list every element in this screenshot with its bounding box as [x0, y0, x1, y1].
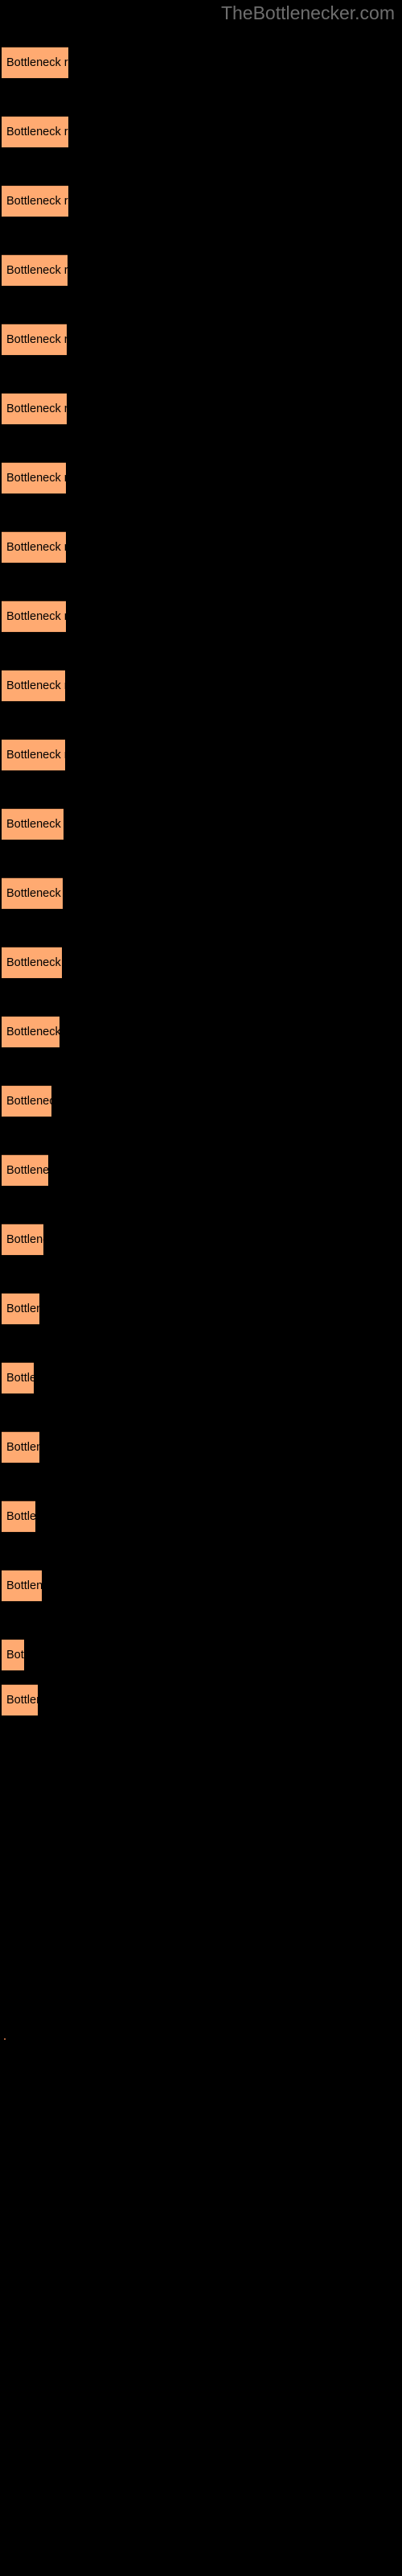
bar-label: Bottleneck result — [6, 402, 67, 415]
bar-label: Bottleneck result — [6, 610, 66, 623]
bar-chart-plot-area: Bottleneck result Bottleneck result Bottle… — [0, 0, 402, 2576]
bar-label-clip: Bottleneck result — [2, 601, 66, 633]
bar-label: Bottleneck result — [6, 1026, 59, 1038]
bar-label: Bottleneck result — [6, 749, 65, 762]
bar-label-clip: Bottleneck result — [2, 116, 68, 148]
bar-label-clip: Bottleneck result — [2, 324, 67, 356]
bar-label: Bottleneck result — [6, 818, 64, 831]
bar-label: Bottleneck result — [6, 1302, 39, 1315]
bar-label-clip: Bottleneck result — [2, 1570, 42, 1602]
bar-label-clip: Bottleneck result — [2, 1362, 34, 1394]
bar-label-clip: Bottleneck result — [2, 1639, 24, 1671]
bar-label: Bottleneck result — [6, 195, 68, 208]
bar-label: Bottleneck result — [6, 1233, 43, 1246]
bar-label-clip: Bottleneck result — [2, 947, 62, 979]
bar-label-clip: Bottleneck result — [2, 462, 66, 494]
bar-label-clip: Bottleneck result — [2, 47, 68, 79]
bar-label-clip: Bottleneck result — [2, 1431, 39, 1463]
bar-label-clip: Bottleneck result — [2, 1224, 43, 1256]
bar-label: Bottleneck result — [6, 887, 63, 900]
bar-label-clip: Bottleneck result — [2, 877, 63, 910]
bar-label-clip: Bottleneck result — [2, 254, 68, 287]
bar-label-clip: Bottleneck result — [2, 1684, 38, 1716]
bar-label: Bottleneck result — [6, 264, 68, 277]
bar-label: Bottleneck result — [6, 1579, 42, 1592]
bar-label-clip: Bottleneck result — [2, 670, 65, 702]
bar-label: Bottleneck result — [6, 472, 66, 485]
bar-label-clip: Bottleneck result — [2, 1016, 59, 1048]
bar-label: Bottleneck result — [6, 1095, 51, 1108]
page-root: TheBottlenecker.com Bottleneck resultBot… — [0, 0, 402, 2576]
bar-label-clip: Bottleneck result — [2, 1154, 48, 1187]
bar-label: Bottleneck result — [6, 541, 66, 554]
render-artifact-pixel — [4, 2038, 6, 2040]
bar-label: Bottleneck result — [6, 1694, 38, 1707]
bar-label-clip: Bottleneck result — [2, 808, 64, 840]
bar-label-clip: Bottleneck result — [2, 185, 68, 217]
bar-label: Bottleneck result — [6, 1510, 35, 1523]
bar-label-clip: Bottleneck result — [2, 393, 67, 425]
bar-label: Bottleneck result — [6, 956, 62, 969]
bar-label-clip: Bottleneck result — [2, 531, 66, 564]
bar-label: Bottleneck result — [6, 56, 68, 69]
bar-label: Bottleneck result — [6, 1372, 34, 1385]
bar-label: Bottleneck result — [6, 1649, 24, 1662]
bar-label-clip: Bottleneck result — [2, 1293, 39, 1325]
bar-label: Bottleneck result — [6, 126, 68, 138]
bar-label: Bottleneck result — [6, 679, 65, 692]
bar-label: Bottleneck result — [6, 1164, 48, 1177]
bar-label-clip: Bottleneck result — [2, 1501, 35, 1533]
bar-label-clip: Bottleneck result — [2, 739, 65, 771]
bar-label: Bottleneck result — [6, 1441, 39, 1454]
bar-label-clip: Bottleneck result — [2, 1085, 51, 1117]
bar-label: Bottleneck result — [6, 333, 67, 346]
